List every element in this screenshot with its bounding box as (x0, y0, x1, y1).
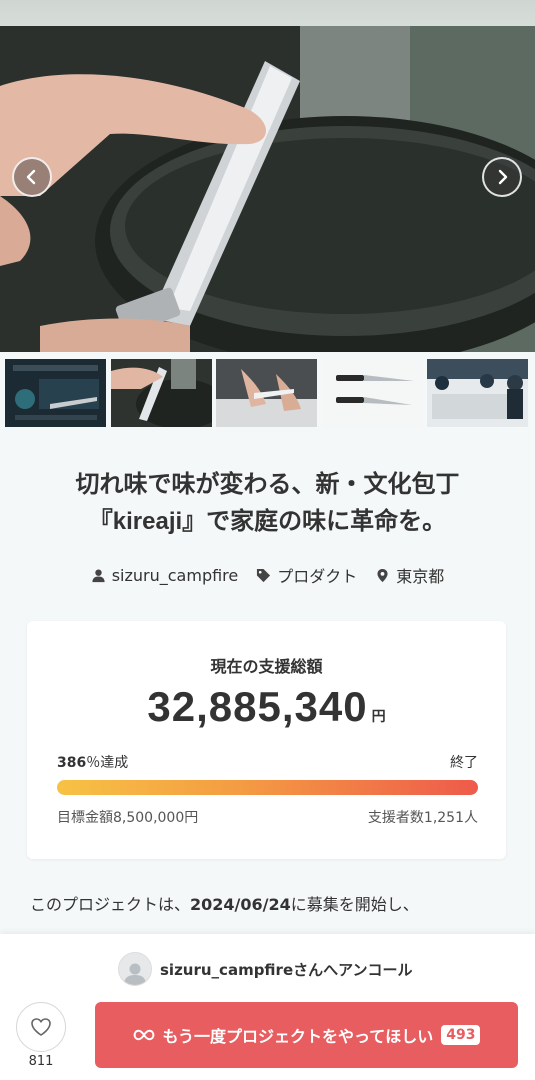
funding-amount: 32,885,340 円 (27, 683, 506, 731)
avatar (118, 952, 152, 986)
infinity-icon (133, 1029, 154, 1041)
tag-icon (257, 568, 271, 582)
status-label: 終了 (450, 755, 478, 771)
heart-icon (31, 1018, 51, 1036)
thumbnail-2[interactable] (111, 359, 212, 427)
encore-request-button[interactable]: もう一度プロジェクトをやってほしい 493 (95, 1002, 518, 1068)
chevron-right-icon (498, 169, 508, 185)
location-name: 東京都 (396, 567, 445, 586)
thumbnail-strip (0, 359, 535, 427)
user-icon (92, 569, 105, 582)
funding-amount-value: 32,885,340 (147, 683, 368, 730)
progress-bar (57, 780, 478, 795)
favorite-button[interactable] (16, 1002, 66, 1052)
encore-link[interactable]: sizuru_campfireさんへアンコール (118, 952, 413, 986)
category-link[interactable]: プロダクト (256, 563, 357, 587)
funding-card: 現在の支援総額 32,885,340 円 386％達成 終了 目標金額8,500,… (27, 621, 506, 859)
carousel-prev-button[interactable] (12, 157, 52, 197)
cta-label: もう一度プロジェクトをやってほしい (162, 1027, 434, 1046)
owner-link[interactable]: sizuru_campfire (91, 563, 239, 587)
thumbnail-5[interactable] (427, 359, 528, 427)
description-prefix: このプロジェクトは、 (30, 895, 191, 914)
category-name: プロダクト (277, 567, 358, 586)
thumbnail-3[interactable] (216, 359, 317, 427)
hero-photo (0, 26, 535, 352)
project-title: 切れ味で味が変わる、新・文化包丁 『kireaji』で家庭の味に革命を。 (20, 466, 515, 540)
user-avatar-icon (124, 963, 146, 985)
carousel-next-button[interactable] (482, 157, 522, 197)
achievement-rate: 386％達成 (57, 752, 128, 772)
thumbnail-1[interactable] (5, 359, 106, 427)
project-meta: sizuru_campfire プロダクト 東京都 (0, 563, 535, 587)
project-description: このプロジェクトは、2024/06/24に募集を開始し、 (30, 888, 510, 922)
description-suffix: に募集を開始し、 (290, 895, 419, 914)
project-title-line2: 『kireaji』で家庭の味に革命を。 (88, 508, 447, 535)
project-title-line1: 切れ味で味が変わる、新・文化包丁 (75, 471, 460, 498)
hero-image-carousel[interactable] (0, 0, 535, 352)
achievement-suffix: ％達成 (86, 755, 129, 771)
favorite-count: 811 (28, 1054, 54, 1069)
bottom-action-bar: sizuru_campfireさんへアンコール 811 もう一度プロジェクトをや… (0, 934, 535, 1080)
thumbnail-4[interactable] (322, 359, 423, 427)
achievement-percent: 386 (57, 755, 87, 771)
funding-currency: 円 (371, 709, 386, 725)
goal-amount: 目標金額8,500,000円 (57, 810, 199, 826)
cta-count-badge: 493 (441, 1025, 481, 1045)
backer-count: 支援者数1,251人 (367, 810, 478, 826)
funding-label: 現在の支援総額 (210, 657, 323, 676)
map-pin-icon (377, 568, 388, 582)
description-date: 2024/06/24 (190, 895, 291, 914)
owner-name: sizuru_campfire (111, 565, 239, 585)
location-link[interactable]: 東京都 (375, 563, 444, 587)
chevron-left-icon (26, 169, 36, 185)
encore-text: sizuru_campfireさんへアンコール (160, 960, 413, 979)
